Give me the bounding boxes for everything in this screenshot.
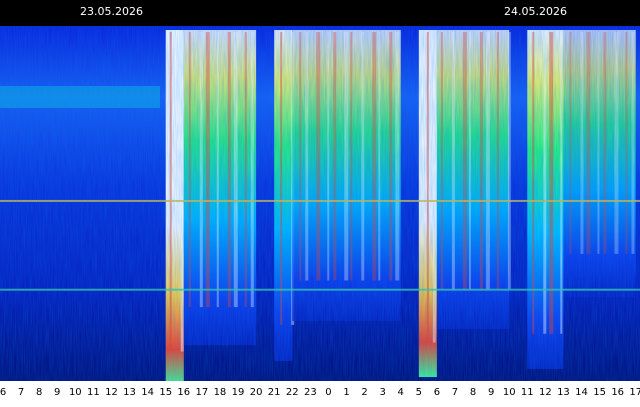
x-tick-label: 17 [629,387,640,398]
x-tick-label: 6 [0,387,7,398]
x-tick-label: 2 [361,387,368,398]
x-axis-ticks: 6 7 8 9 10 11 12 13 14 15 16 17 18 19 20 21 22 23 0 1 2 3 4 5 6 7… [0,381,640,407]
spectrogram-plot [0,26,640,381]
x-tick-label: 14 [141,387,154,398]
x-tick-label: 6 [433,387,441,398]
x-tick-label: 8 [469,387,477,398]
x-tick-label: 20 [249,387,263,398]
x-tick-label: 1 [343,387,350,398]
x-tick-label: 14 [575,387,588,398]
x-tick-label: 13 [557,387,570,398]
date-label-2: 24.05.2026 [504,5,567,18]
x-tick-label: 10 [68,387,82,398]
x-tick-label: 17 [195,387,209,398]
x-tick-label: 3 [379,387,386,398]
noise-texture [0,26,640,381]
x-tick-label: 5 [415,387,422,398]
x-tick-label: 11 [520,387,534,398]
x-tick-label: 22 [285,387,299,398]
x-tick-label: 21 [267,387,281,398]
date-header: 23.05.2026 24.05.2026 [0,0,640,26]
x-tick-label: 9 [54,387,61,398]
x-tick-label: 11 [87,387,100,398]
x-tick-label: 15 [593,387,606,398]
x-tick-label: 16 [611,387,625,398]
x-tick-label: 8 [35,387,43,398]
x-tick-label: 0 [325,387,332,398]
x-tick-label: 12 [538,387,552,398]
x-tick-label: 4 [397,387,404,398]
x-tick-label: 16 [177,387,191,398]
x-tick-label: 23 [303,387,317,398]
x-tick-label: 13 [123,387,136,398]
x-tick-label: 10 [502,387,516,398]
x-tick-label: 18 [213,387,227,398]
x-tick-label: 7 [451,387,459,398]
x-tick-label: 12 [105,387,118,398]
x-tick-label: 9 [487,387,495,398]
x-tick-label: 19 [231,387,245,398]
x-tick-label: 7 [17,387,25,398]
x-tick-label: 15 [159,387,173,398]
date-label-1: 23.05.2026 [80,5,143,18]
